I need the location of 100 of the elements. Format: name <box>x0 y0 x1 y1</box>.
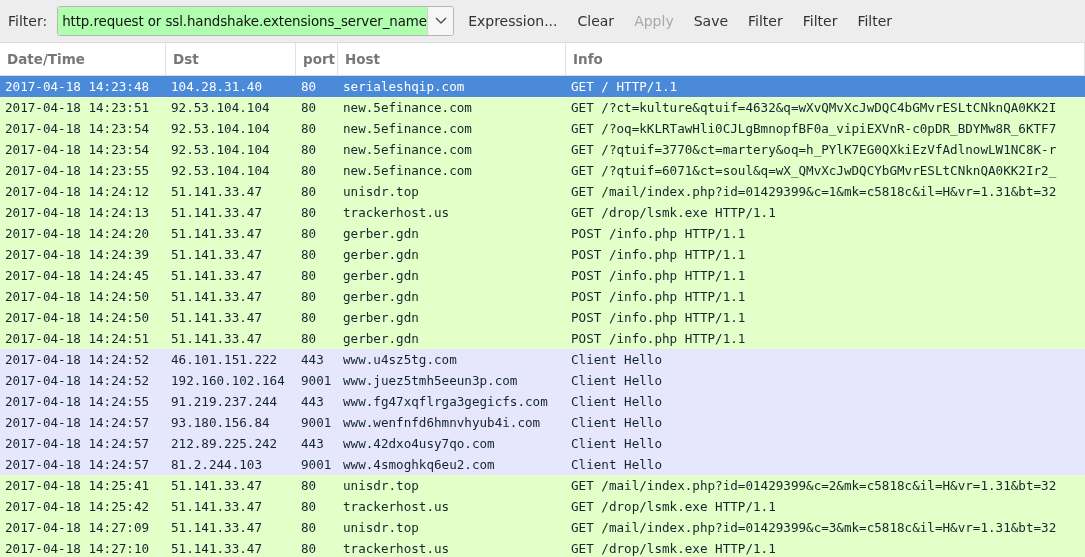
host-cell: gerber.gdn <box>343 310 419 325</box>
dst-cell: 51.141.33.47 <box>171 289 262 304</box>
dst-cell: 51.141.33.47 <box>171 541 262 556</box>
port-cell: 9001 <box>301 373 332 388</box>
port-cell: 80 <box>301 289 317 304</box>
dst-cell: 51.141.33.47 <box>171 184 262 199</box>
column-header[interactable]: Info <box>566 43 1085 75</box>
toolbar-button[interactable]: Filter <box>849 9 901 33</box>
dst-cell: 104.28.31.40 <box>171 79 262 94</box>
filter-field[interactable]: http.request or ssl.handshake.extensions_server_name <box>57 6 455 36</box>
info-cell: Client Hello <box>571 436 662 451</box>
info-cell: GET /drop/lsmk.exe HTTP/1.1 <box>571 541 776 556</box>
dst-cell: 51.141.33.47 <box>171 331 262 346</box>
packet-row[interactable]: 2017-04-18 14:24:50 51.141.33.47 80 gerber.gdn POST /info.php HTTP/1.1 <box>0 307 1085 328</box>
column-header[interactable]: Date/Time <box>0 43 166 75</box>
port-cell: 9001 <box>301 415 332 430</box>
toolbar-button[interactable]: Clear <box>569 9 623 33</box>
host-cell: unisdr.top <box>343 184 419 199</box>
packet-row[interactable]: 2017-04-18 14:23:48 104.28.31.40 80 serialeshqip.com GET / HTTP/1.1 <box>0 76 1085 97</box>
host-cell: www.4smoghkq6eu2.com <box>343 457 495 472</box>
host-cell: www.u4sz5tg.com <box>343 352 457 367</box>
info-cell: Client Hello <box>571 457 662 472</box>
host-cell: www.wenfnfd6hmnvhyub4i.com <box>343 415 541 430</box>
column-header[interactable]: port <box>296 43 338 75</box>
packet-row[interactable]: 2017-04-18 14:24:45 51.141.33.47 80 gerber.gdn POST /info.php HTTP/1.1 <box>0 265 1085 286</box>
datetime-cell: 2017-04-18 14:27:10 <box>5 541 150 556</box>
datetime-cell: 2017-04-18 14:23:54 <box>5 142 150 157</box>
port-cell: 80 <box>301 268 317 283</box>
datetime-cell: 2017-04-18 14:25:41 <box>5 478 150 493</box>
packet-row[interactable]: 2017-04-18 14:24:12 51.141.33.47 80 unisdr.top GET /mail/index.php?id=01429399&c=1&mk=c5818c&il=H&vr=1.31&bt=32 <box>0 181 1085 202</box>
datetime-cell: 2017-04-18 14:24:13 <box>5 205 150 220</box>
info-cell: GET /mail/index.php?id=01429399&c=1&mk=c5818c&il=H&vr=1.31&bt=32 <box>571 184 1057 199</box>
info-cell: GET /?ct=kulture&qtuif=4632&q=wXvQMvXcJwDQC4bGMvrESLtCNknQA0KK2I <box>571 100 1057 115</box>
port-cell: 80 <box>301 541 317 556</box>
column-header[interactable]: Host <box>338 43 566 75</box>
info-cell: GET /?oq=kKLRTawHli0CJLgBmnopfBF0a_vipiEXVnR-c0pDR_BDYMw8R_6KTF7 <box>571 121 1057 136</box>
host-cell: trackerhost.us <box>343 499 450 514</box>
dst-cell: 51.141.33.47 <box>171 247 262 262</box>
packet-row[interactable]: 2017-04-18 14:24:52 192.160.102.164 9001 www.juez5tmh5eeun3p.com Client Hello <box>0 370 1085 391</box>
dst-cell: 92.53.104.104 <box>171 163 270 178</box>
filter-label: Filter: <box>8 13 48 29</box>
port-cell: 80 <box>301 520 317 535</box>
chevron-down-icon[interactable] <box>434 17 447 25</box>
info-cell: POST /info.php HTTP/1.1 <box>571 247 746 262</box>
packet-row[interactable]: 2017-04-18 14:24:13 51.141.33.47 80 trackerhost.us GET /drop/lsmk.exe HTTP/1.1 <box>0 202 1085 223</box>
datetime-cell: 2017-04-18 14:24:50 <box>5 289 150 304</box>
port-cell: 80 <box>301 331 317 346</box>
packet-row[interactable]: 2017-04-18 14:24:57 93.180.156.84 9001 www.wenfnfd6hmnvhyub4i.com Client Hello <box>0 412 1085 433</box>
host-cell: new.5efinance.com <box>343 121 472 136</box>
packet-row[interactable]: 2017-04-18 14:23:54 92.53.104.104 80 new.5efinance.com GET /?qtuif=3770&ct=martery&oq=h_PYlK7EG0QXkiEzVfAdlnowLW1NC8K-r <box>0 139 1085 160</box>
datetime-cell: 2017-04-18 14:24:52 <box>5 373 150 388</box>
dst-cell: 92.53.104.104 <box>171 121 270 136</box>
toolbar-button[interactable]: Save <box>685 9 737 33</box>
packet-row[interactable]: 2017-04-18 14:24:57 212.89.225.242 443 www.42dxo4usy7qo.com Client Hello <box>0 433 1085 454</box>
datetime-cell: 2017-04-18 14:24:52 <box>5 352 150 367</box>
datetime-cell: 2017-04-18 14:23:51 <box>5 100 150 115</box>
dst-cell: 91.219.237.244 <box>171 394 278 409</box>
column-header[interactable]: Dst <box>166 43 296 75</box>
port-cell: 80 <box>301 205 317 220</box>
packet-row[interactable]: 2017-04-18 14:24:57 81.2.244.103 9001 www.4smoghkq6eu2.com Client Hello <box>0 454 1085 475</box>
packet-row[interactable]: 2017-04-18 14:23:51 92.53.104.104 80 new.5efinance.com GET /?ct=kulture&qtuif=4632&q=wXvQMvXcJwDQC4bGMvrESLtCNknQA0KK2I <box>0 97 1085 118</box>
packet-row[interactable]: 2017-04-18 14:24:51 51.141.33.47 80 gerber.gdn POST /info.php HTTP/1.1 <box>0 328 1085 349</box>
dst-cell: 51.141.33.47 <box>171 268 262 283</box>
info-cell: POST /info.php HTTP/1.1 <box>571 331 746 346</box>
host-cell: trackerhost.us <box>343 541 450 556</box>
host-cell: gerber.gdn <box>343 247 419 262</box>
datetime-cell: 2017-04-18 14:24:45 <box>5 268 150 283</box>
packet-row[interactable]: 2017-04-18 14:24:52 46.101.151.222 443 www.u4sz5tg.com Client Hello <box>0 349 1085 370</box>
info-cell: POST /info.php HTTP/1.1 <box>571 268 746 283</box>
datetime-cell: 2017-04-18 14:24:12 <box>5 184 150 199</box>
host-cell: www.juez5tmh5eeun3p.com <box>343 373 518 388</box>
host-cell: new.5efinance.com <box>343 100 472 115</box>
dst-cell: 92.53.104.104 <box>171 100 270 115</box>
datetime-cell: 2017-04-18 14:25:42 <box>5 499 150 514</box>
port-cell: 80 <box>301 100 317 115</box>
toolbar-button[interactable]: Expression... <box>460 9 566 33</box>
packet-row[interactable]: 2017-04-18 14:27:09 51.141.33.47 80 unisdr.top GET /mail/index.php?id=01429399&c=3&mk=c5818c&il=H&vr=1.31&bt=32 <box>0 517 1085 538</box>
dst-cell: 212.89.225.242 <box>171 436 278 451</box>
packet-row[interactable]: 2017-04-18 14:27:10 51.141.33.47 80 trackerhost.us GET /drop/lsmk.exe HTTP/1.1 <box>0 538 1085 557</box>
info-cell: GET /drop/lsmk.exe HTTP/1.1 <box>571 205 776 220</box>
info-cell: POST /info.php HTTP/1.1 <box>571 289 746 304</box>
packet-row[interactable]: 2017-04-18 14:25:42 51.141.33.47 80 trackerhost.us GET /drop/lsmk.exe HTTP/1.1 <box>0 496 1085 517</box>
host-cell: trackerhost.us <box>343 205 450 220</box>
dst-cell: 93.180.156.84 <box>171 415 270 430</box>
port-cell: 80 <box>301 163 317 178</box>
toolbar-button[interactable]: Filter <box>794 9 846 33</box>
packet-row[interactable]: 2017-04-18 14:24:20 51.141.33.47 80 gerber.gdn POST /info.php HTTP/1.1 <box>0 223 1085 244</box>
datetime-cell: 2017-04-18 14:24:20 <box>5 226 150 241</box>
host-cell: www.42dxo4usy7qo.com <box>343 436 495 451</box>
packet-row[interactable]: 2017-04-18 14:23:54 92.53.104.104 80 new.5efinance.com GET /?oq=kKLRTawHli0CJLgBmnopfBF0a_vipiEXVnR-c0pDR_BDYMw8R_6KTF7 <box>0 118 1085 139</box>
packet-row[interactable]: 2017-04-18 14:24:39 51.141.33.47 80 gerber.gdn POST /info.php HTTP/1.1 <box>0 244 1085 265</box>
packet-row[interactable]: 2017-04-18 14:24:50 51.141.33.47 80 gerber.gdn POST /info.php HTTP/1.1 <box>0 286 1085 307</box>
packet-row[interactable]: 2017-04-18 14:24:55 91.219.237.244 443 www.fg47xqflrga3gegicfs.com Client Hello <box>0 391 1085 412</box>
packet-row[interactable]: 2017-04-18 14:25:41 51.141.33.47 80 unisdr.top GET /mail/index.php?id=01429399&c=2&mk=c5818c&il=H&vr=1.31&bt=32 <box>0 475 1085 496</box>
packet-row[interactable]: 2017-04-18 14:23:55 92.53.104.104 80 new.5efinance.com GET /?qtuif=6071&ct=soul&q=wX_QMvXcJwDQCYbGMvrESLtCNknQA0KK2Ir2_ <box>0 160 1085 181</box>
host-cell: www.fg47xqflrga3gegicfs.com <box>343 394 548 409</box>
info-cell: GET /mail/index.php?id=01429399&c=3&mk=c5818c&il=H&vr=1.31&bt=32 <box>571 520 1057 535</box>
info-cell: POST /info.php HTTP/1.1 <box>571 226 746 241</box>
dst-cell: 46.101.151.222 <box>171 352 278 367</box>
toolbar-button[interactable]: Filter <box>740 9 791 33</box>
